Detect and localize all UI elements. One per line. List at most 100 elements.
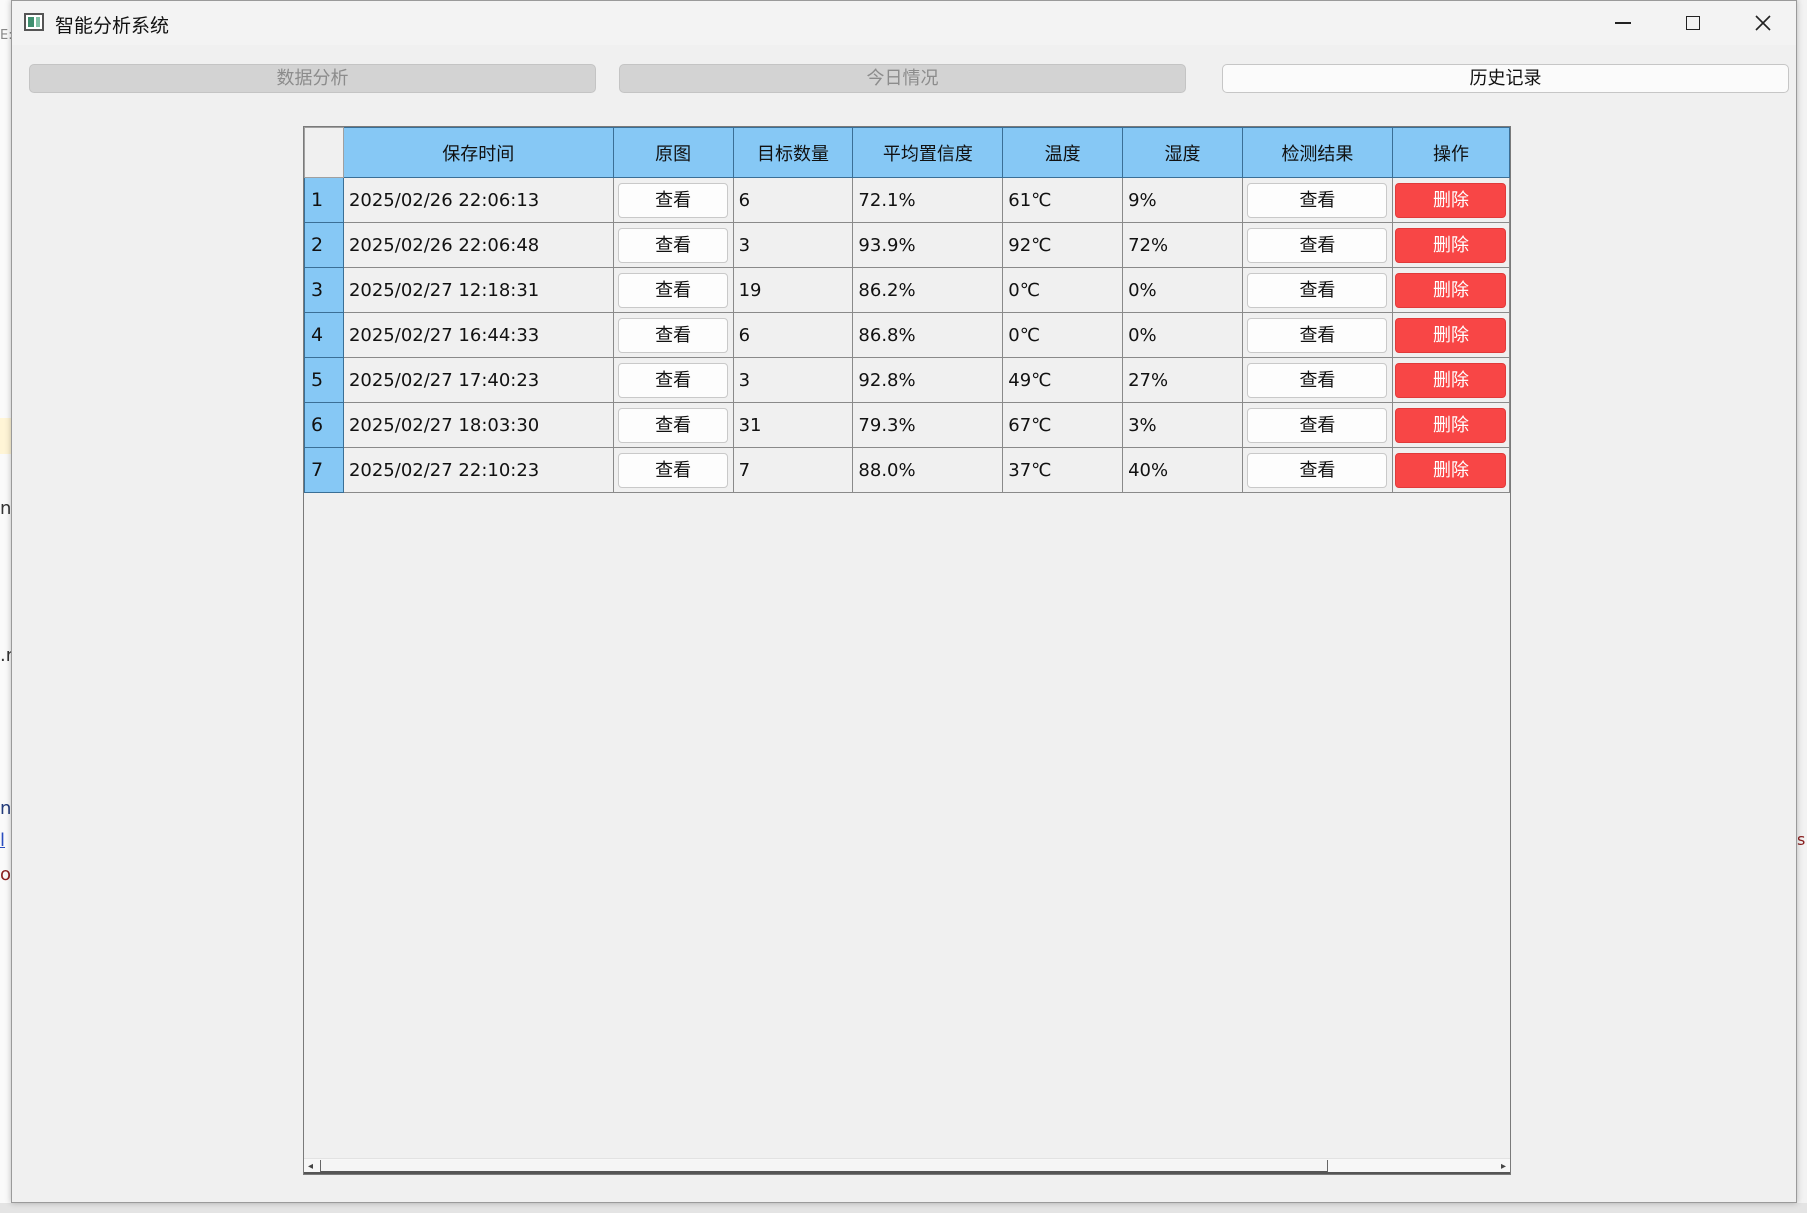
cell-target-count[interactable]: 3	[732, 222, 854, 268]
cell-save-time[interactable]: 2025/02/27 18:03:30	[342, 402, 614, 448]
cell-humidity[interactable]: 0%	[1122, 312, 1243, 358]
header-operation[interactable]: 操作	[1391, 127, 1511, 178]
cell-avg-confidence[interactable]: 88.0%	[852, 447, 1004, 493]
row-index[interactable]: 1	[304, 177, 344, 223]
cell-avg-confidence[interactable]: 93.9%	[852, 222, 1004, 268]
view-original-button[interactable]: 查看	[618, 272, 729, 308]
cell-target-count[interactable]: 7	[732, 447, 854, 493]
cell-humidity[interactable]: 27%	[1122, 357, 1243, 403]
cell-avg-confidence[interactable]: 79.3%	[852, 402, 1004, 448]
cell-humidity[interactable]: 9%	[1122, 177, 1243, 223]
view-original-button[interactable]: 查看	[618, 362, 729, 398]
view-result-button[interactable]: 查看	[1247, 407, 1388, 443]
view-result-button[interactable]: 查看	[1247, 227, 1388, 263]
background-window-edge-right: s	[1797, 0, 1807, 1213]
minimize-button[interactable]	[1588, 1, 1658, 45]
background-text-fragment: n	[0, 798, 12, 819]
delete-button[interactable]: 删除	[1395, 227, 1507, 263]
app-window: 智能分析系统 数据分析 今日情况 历史记录 保存时间 原图 目标数量 平均置信度…	[11, 0, 1797, 1203]
header-humidity[interactable]: 湿度	[1122, 127, 1243, 178]
cell-save-time[interactable]: 2025/02/26 22:06:48	[342, 222, 614, 268]
header-temperature[interactable]: 温度	[1002, 127, 1124, 178]
view-result-button[interactable]: 查看	[1247, 317, 1388, 353]
background-text-fragment: s	[1797, 830, 1806, 849]
table-row[interactable]: 1 2025/02/26 22:06:13 查看 6 72.1% 61℃ 9% 查看 删除	[304, 177, 1511, 223]
header-original-image[interactable]: 原图	[612, 127, 734, 178]
delete-button[interactable]: 删除	[1395, 317, 1507, 353]
cell-temperature[interactable]: 0℃	[1002, 312, 1124, 358]
minimize-icon	[1615, 22, 1631, 24]
view-result-button[interactable]: 查看	[1247, 452, 1388, 488]
maximize-button[interactable]	[1658, 1, 1728, 45]
cell-save-time[interactable]: 2025/02/26 22:06:13	[342, 177, 614, 223]
cell-target-count[interactable]: 6	[732, 312, 854, 358]
tab-bar: 数据分析 今日情况 历史记录	[29, 64, 1789, 94]
cell-avg-confidence[interactable]: 86.2%	[852, 267, 1004, 313]
history-table-grid: 保存时间 原图 目标数量 平均置信度 温度 湿度 检测结果 操作 1 2025/0…	[304, 127, 1511, 493]
table-row[interactable]: 7 2025/02/27 22:10:23 查看 7 88.0% 37℃ 40% 查看 删除	[304, 447, 1511, 493]
cell-save-time[interactable]: 2025/02/27 16:44:33	[342, 312, 614, 358]
cell-temperature[interactable]: 37℃	[1002, 447, 1124, 493]
cell-humidity[interactable]: 40%	[1122, 447, 1243, 493]
cell-avg-confidence[interactable]: 92.8%	[852, 357, 1004, 403]
header-save-time[interactable]: 保存时间	[342, 127, 614, 178]
table-row[interactable]: 6 2025/02/27 18:03:30 查看 31 79.3% 67℃ 3% 查看 删除	[304, 402, 1511, 448]
row-index[interactable]: 7	[304, 447, 344, 493]
close-button[interactable]	[1728, 1, 1798, 45]
view-original-button[interactable]: 查看	[618, 227, 729, 263]
view-original-button[interactable]: 查看	[618, 182, 729, 218]
header-detection-result[interactable]: 检测结果	[1241, 127, 1393, 178]
view-original-button[interactable]: 查看	[618, 407, 729, 443]
view-original-button[interactable]: 查看	[618, 452, 729, 488]
delete-button[interactable]: 删除	[1395, 362, 1507, 398]
cell-save-time[interactable]: 2025/02/27 22:10:23	[342, 447, 614, 493]
row-index[interactable]: 4	[304, 312, 344, 358]
cell-avg-confidence[interactable]: 86.8%	[852, 312, 1004, 358]
header-avg-confidence[interactable]: 平均置信度	[852, 127, 1004, 178]
cell-avg-confidence[interactable]: 72.1%	[852, 177, 1004, 223]
cell-humidity[interactable]: 72%	[1122, 222, 1243, 268]
delete-button[interactable]: 删除	[1395, 452, 1507, 488]
row-index[interactable]: 5	[304, 357, 344, 403]
cell-temperature[interactable]: 92℃	[1002, 222, 1124, 268]
table-corner[interactable]	[304, 127, 344, 178]
table-row[interactable]: 4 2025/02/27 16:44:33 查看 6 86.8% 0℃ 0% 查看 删除	[304, 312, 1511, 358]
view-result-button[interactable]: 查看	[1247, 362, 1388, 398]
cell-target-count[interactable]: 31	[732, 402, 854, 448]
title-bar[interactable]: 智能分析系统	[12, 1, 1796, 45]
cell-temperature[interactable]: 0℃	[1002, 267, 1124, 313]
horizontal-scrollbar[interactable]: ◂ ▸	[304, 1158, 1510, 1174]
cell-save-time[interactable]: 2025/02/27 17:40:23	[342, 357, 614, 403]
view-result-button[interactable]: 查看	[1247, 182, 1388, 218]
tab-history[interactable]: 历史记录	[1222, 64, 1789, 93]
tab-today-status[interactable]: 今日情况	[619, 64, 1186, 93]
cell-temperature[interactable]: 67℃	[1002, 402, 1124, 448]
view-result-button[interactable]: 查看	[1247, 272, 1388, 308]
background-text-fragment: o	[0, 864, 12, 885]
delete-button[interactable]: 删除	[1395, 272, 1507, 308]
row-index[interactable]: 2	[304, 222, 344, 268]
table-row[interactable]: 5 2025/02/27 17:40:23 查看 3 92.8% 49℃ 27% 查看 删除	[304, 357, 1511, 403]
cell-humidity[interactable]: 0%	[1122, 267, 1243, 313]
app-icon	[24, 13, 44, 31]
row-index[interactable]: 3	[304, 267, 344, 313]
row-index[interactable]: 6	[304, 402, 344, 448]
cell-temperature[interactable]: 61℃	[1002, 177, 1124, 223]
cell-target-count[interactable]: 6	[732, 177, 854, 223]
header-target-count[interactable]: 目标数量	[732, 127, 854, 178]
delete-button[interactable]: 删除	[1395, 407, 1507, 443]
cell-target-count[interactable]: 19	[732, 267, 854, 313]
tab-data-analysis[interactable]: 数据分析	[29, 64, 596, 93]
maximize-icon	[1686, 16, 1700, 30]
table-row[interactable]: 3 2025/02/27 12:18:31 查看 19 86.2% 0℃ 0% 查看 删除	[304, 267, 1511, 313]
delete-button[interactable]: 删除	[1395, 182, 1507, 218]
history-table: 保存时间 原图 目标数量 平均置信度 温度 湿度 检测结果 操作 1 2025/0…	[303, 126, 1511, 1175]
scroll-right-arrow-icon[interactable]: ▸	[1501, 1159, 1506, 1175]
window-title: 智能分析系统	[55, 15, 170, 37]
cell-target-count[interactable]: 3	[732, 357, 854, 403]
cell-temperature[interactable]: 49℃	[1002, 357, 1124, 403]
cell-humidity[interactable]: 3%	[1122, 402, 1243, 448]
table-row[interactable]: 2 2025/02/26 22:06:48 查看 3 93.9% 92℃ 72% 查看 删除	[304, 222, 1511, 268]
view-original-button[interactable]: 查看	[618, 317, 729, 353]
cell-save-time[interactable]: 2025/02/27 12:18:31	[342, 267, 614, 313]
